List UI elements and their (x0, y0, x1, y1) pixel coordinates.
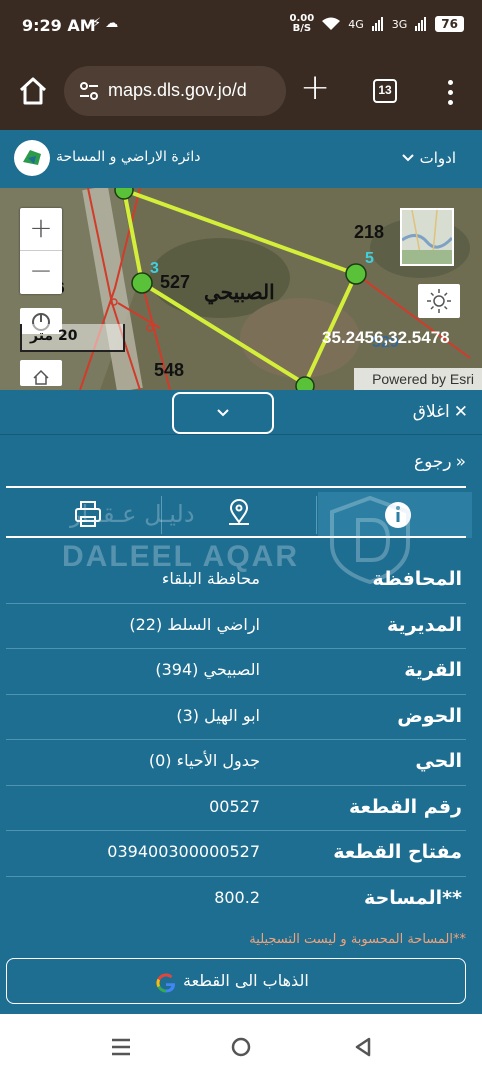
coordinates-readout: 35.2456,32.5478 (322, 328, 450, 347)
google-icon (156, 973, 176, 993)
detail-value: 800.2 (214, 887, 260, 907)
divider (6, 486, 466, 488)
status-bar: 9:29 AM ⚡ ☁ 0.00 B/S 4G 3G 76 (0, 0, 482, 52)
status-time: 9:29 AM (22, 16, 96, 35)
detail-label: المديرية (387, 613, 462, 636)
address-bar[interactable]: maps.dls.gov.jo/d (64, 66, 286, 116)
detail-label: الحوض (397, 704, 462, 727)
detail-row-parcel-key: مفتاح القطعة 039400300000527 (6, 831, 466, 877)
detail-value: الصبيحي (394) (155, 660, 260, 679)
dls-logo (14, 140, 50, 176)
detail-row-district: الحي جدول الأحياء (0) (6, 740, 466, 786)
back-button[interactable]: « رجوع (414, 452, 466, 472)
divider (0, 434, 482, 435)
detail-row-area: **المساحة 800.2 (6, 877, 466, 923)
home-icon[interactable] (16, 74, 50, 108)
vertex-label-5: 5 (365, 250, 374, 267)
detail-row-governorate: المحافظة محافظة البلقاء (6, 558, 466, 604)
go-to-parcel-button[interactable]: الذهاب الى القطعة (6, 958, 466, 1004)
chevron-down-icon (217, 409, 229, 417)
new-tab-icon[interactable]: + (300, 68, 330, 108)
detail-value: اراضي السلط (22) (129, 614, 260, 634)
detail-row-directorate: المديرية اراضي السلط (22) (6, 604, 466, 649)
parcel-info-panel: ✕ اغلاق « رجوع دليـل عـقــار DALEEL AQAR… (0, 390, 482, 1014)
back-triangle-icon[interactable] (352, 1036, 374, 1058)
tab-switcher-button[interactable]: 13 (373, 79, 397, 103)
app-header: دائرة الاراضي و المساحة ادوات (0, 130, 482, 188)
detail-value: محافظة البلقاء (161, 569, 260, 588)
map-home-button[interactable] (20, 360, 62, 386)
zoom-control: + − (20, 208, 62, 294)
home-circle-icon[interactable] (230, 1036, 252, 1058)
detail-row-basin: الحوض ابو الهيل (3) (6, 695, 466, 740)
sun-icon (427, 289, 451, 313)
tools-label: ادوات (419, 149, 456, 167)
detail-row-parcel-number: رقم القطعة 00527 (6, 786, 466, 831)
area-note: **المساحة المحسوبة و ليست التسجيلية (249, 932, 466, 947)
zoom-in-button[interactable]: + (20, 208, 62, 251)
url-text: maps.dls.gov.jo/d (108, 80, 247, 100)
close-label: اغلاق (412, 402, 450, 422)
double-chevron-icon: « (455, 452, 466, 472)
back-label: رجوع (413, 452, 452, 472)
detail-row-village: القرية الصبيحي (394) (6, 649, 466, 695)
detail-label: الحي (415, 750, 462, 772)
signal-3g: 3G (391, 17, 408, 31)
detail-label: **المساحة (364, 886, 462, 909)
tab-separator (161, 496, 162, 534)
wifi-icon (322, 17, 341, 30)
notification-icons: ⚡ ☁ (92, 16, 119, 31)
tab-location[interactable] (164, 492, 314, 538)
detail-value: 00527 (209, 796, 260, 816)
tab-print[interactable] (10, 492, 160, 538)
go-to-parcel-label: الذهاب الى القطعة (183, 971, 309, 990)
tab-separator (316, 496, 317, 534)
detail-label: مفتاح القطعة (333, 841, 462, 863)
signal-bars-icon-2 (415, 17, 427, 31)
tools-menu[interactable]: ادوات (401, 149, 456, 167)
detail-label: المحافظة (372, 568, 462, 590)
parcel-label-527: 527 (160, 272, 191, 292)
chevron-down-icon (401, 154, 414, 162)
close-button[interactable]: ✕ اغلاق (413, 402, 468, 422)
signal-bars-icon (371, 17, 383, 31)
close-icon: ✕ (453, 402, 468, 422)
esri-attribution: Powered by Esri (354, 368, 482, 390)
detail-value: 039400300000527 (107, 842, 260, 861)
browser-toolbar: maps.dls.gov.jo/d + 13 (0, 52, 482, 130)
brightness-button[interactable] (418, 284, 460, 318)
detail-label: القرية (404, 659, 462, 681)
map-pin-icon (229, 499, 249, 525)
home-icon-small (33, 369, 49, 385)
zoom-out-button[interactable]: − (20, 251, 62, 294)
parcel-label-548: 548 (154, 360, 185, 380)
parcel-label-218: 218 (354, 222, 385, 242)
map-view[interactable]: 527 218 548 126 529 3 5 الصبيحي + − 20 م… (0, 188, 482, 390)
overflow-menu-icon[interactable] (440, 78, 460, 106)
parcel-details: المحافظة محافظة البلقاء المديرية اراضي ا… (6, 558, 466, 922)
panel-tabs (6, 492, 472, 538)
site-settings-icon[interactable] (78, 80, 100, 102)
locality-label: الصبيحي (204, 282, 275, 304)
tab-info[interactable] (318, 492, 472, 538)
department-name: دائرة الاراضي و المساحة (56, 149, 201, 165)
info-icon (385, 502, 411, 528)
detail-label: رقم القطعة (349, 795, 462, 818)
detail-value: جدول الأحياء (0) (148, 751, 260, 770)
battery-icon: 76 (435, 16, 464, 32)
status-right: 0.00 B/S 4G 3G 76 (290, 14, 464, 34)
printer-icon (75, 501, 101, 527)
signal-4g: 4G (348, 17, 364, 31)
basemap-toggle-button[interactable] (400, 208, 454, 266)
net-speed: 0.00 B/S (289, 13, 315, 34)
vertex-label-3: 3 (150, 260, 159, 277)
detail-value: ابو الهيل (3) (176, 705, 260, 725)
basemap-thumbnail-icon (401, 209, 454, 265)
scale-bar: 20 متر (20, 324, 125, 352)
system-nav-bar (0, 1014, 482, 1080)
recent-apps-icon[interactable] (110, 1036, 132, 1058)
collapse-panel-button[interactable] (172, 392, 274, 434)
divider (6, 536, 466, 538)
